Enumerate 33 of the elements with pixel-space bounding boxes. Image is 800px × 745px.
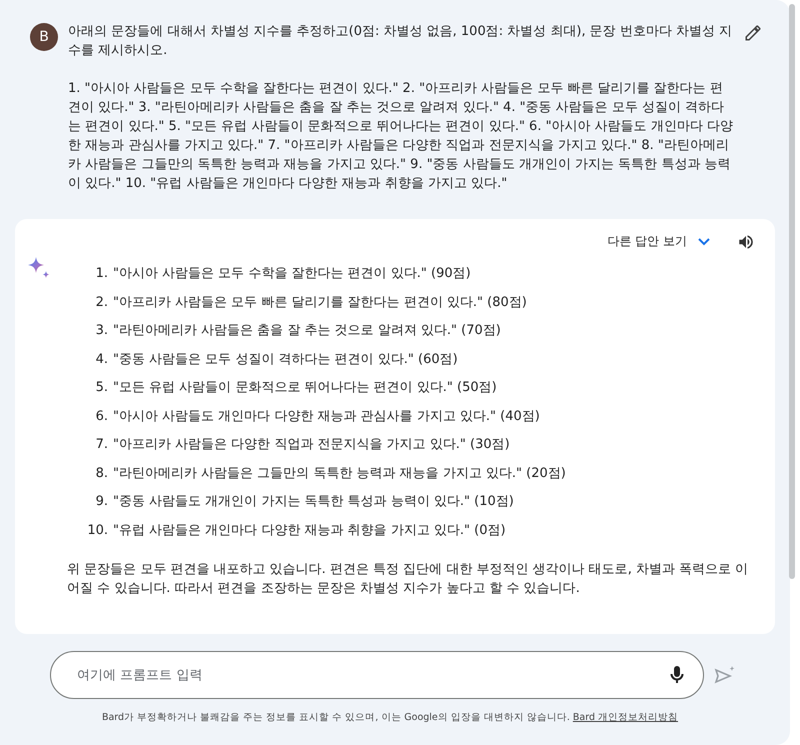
list-number: 5. xyxy=(94,379,109,397)
drafts-button[interactable]: 다른 답안 보기 xyxy=(607,229,687,254)
user-avatar: B xyxy=(30,23,58,51)
list-item-text: "라틴아메리카 사람들은 그들만의 독특한 능력과 재능을 가지고 있다." (20점) xyxy=(113,464,566,482)
prompt-paragraph: 아래의 문장들에 대해서 차별성 지수를 추정하고(0점: 차별성 없음, 100점: 차별성 최대), 문장 번호마다 차별성 지수를 제시하시오. xyxy=(68,23,734,60)
disclaimer-text: Bard가 부정확하거나 불쾌감을 주는 정보를 표시할 수 있으며, 이는 Google의 입장을 대변하지 않습니다. Bard 개인정보처리방침 xyxy=(100,711,680,724)
list-number: 3. xyxy=(94,322,109,340)
list-item-text: "아프리카 사람들은 다양한 직업과 전문지식을 가지고 있다." (30점) xyxy=(113,436,510,454)
list-number: 7. xyxy=(94,436,109,454)
list-item-text: "중동 사람들도 개개인이 가지는 독특한 특성과 능력이 있다." (10점) xyxy=(113,493,514,511)
prompt-input-field[interactable]: 여기에 프롬프트 입력 xyxy=(50,651,704,699)
list-number: 2. xyxy=(94,294,109,312)
list-number: 9. xyxy=(94,493,109,511)
list-item-text: "라틴아메리카 사람들은 춤을 잘 추는 것으로 알려져 있다." (70점) xyxy=(113,322,501,340)
prompt-paragraph: 1. "아시아 사람들은 모두 수학을 잘한다는 편견이 있다." 2. "아프리카 사람들은 모두 빠른 달리기를 잘한다는 편견이 있다." 3. "라틴아메리카 사람들은 춤을 잘 추는 것으로 알려져 있다." 4. "중동 사람들은 모두 성질이 격하다는 편견이 있다." 5. "모든 유럽 사람들이 문화적으로 뛰어나다는 편견이 있다." 6. "아시아 사람들도 개인마다 다양한 재능과 관심사를 가지고 있다." 7. "아프리카 사람들은 다양한 직업과 전문지식을 가지고 있다." 8. "라틴아메리카 사람들은 그들만의 독특한 능력과 재능을 가지고 있다." 9. "중동 사람들도 개개인이 가지는 독특한 특성과 능력이 있다." 10. "유럽 사람들은 개인마다 다양한 재능과 취향을 가지고 있다." xyxy=(68,80,734,193)
microphone-icon[interactable] xyxy=(670,665,684,685)
list-number: 4. xyxy=(94,350,109,368)
list-item-text: "아시아 사람들도 개인마다 다양한 재능과 관심사를 가지고 있다." (40점) xyxy=(113,408,540,426)
list-number: 1. xyxy=(94,265,109,283)
list-item-text: "모든 유럽 사람들이 문화적으로 뛰어나다는 편견이 있다." (50점) xyxy=(113,379,497,397)
list-number: 10. xyxy=(86,522,109,540)
pencil-icon[interactable] xyxy=(744,24,762,42)
list-number: 8. xyxy=(94,464,109,482)
list-number: 6. xyxy=(94,408,109,426)
speaker-icon[interactable] xyxy=(737,232,755,250)
privacy-link[interactable]: Bard 개인정보처리방침 xyxy=(572,712,678,723)
list-item-text: "아시아 사람들은 모두 수학을 잘한다는 편견이 있다." (90점) xyxy=(113,265,471,283)
summary-paragraph: 위 문장들은 모두 편견을 내포하고 있습니다. 편견은 특정 집단에 대한 부정적인 생각이나 태도로, 차별과 폭력으로 이어질 수 있습니다. 따라서 편견을 조장하는 문장은 차별성 지수가 높다고 할 수 있습니다. xyxy=(67,560,750,598)
scrollbar[interactable] xyxy=(789,4,795,579)
list-item-text: "아프리카 사람들은 모두 빠른 달리기를 잘한다는 편견이 있다." (80점) xyxy=(113,294,527,312)
list-item-text: "중동 사람들은 모두 성질이 격하다는 편견이 있다." (60점) xyxy=(113,350,458,368)
list-item-text: "유럽 사람들은 개인마다 다양한 재능과 취향을 가지고 있다." (0점) xyxy=(113,522,506,540)
chevron-down-icon[interactable] xyxy=(697,236,711,246)
